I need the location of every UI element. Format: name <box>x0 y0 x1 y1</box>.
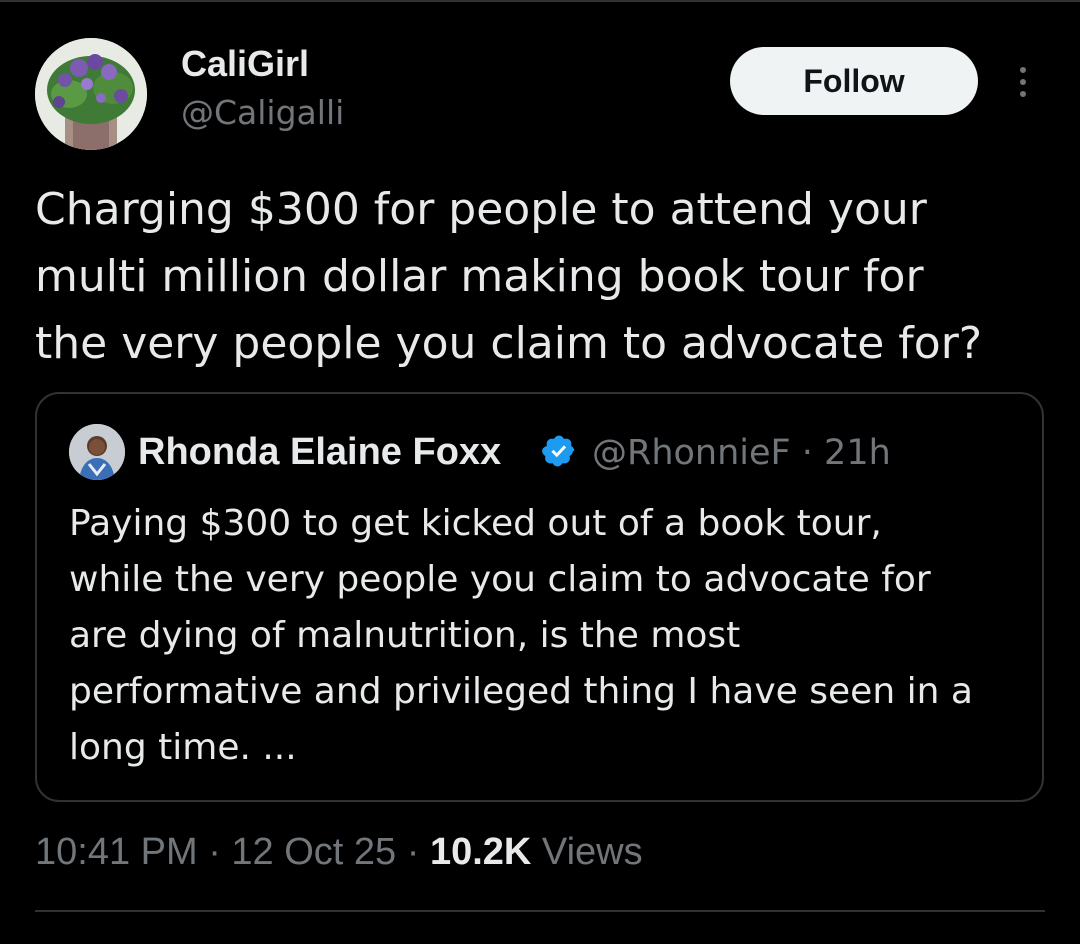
tweet-text-line: multi million dollar making book tour fo… <box>35 251 924 302</box>
quoted-text-line: are dying of malnutrition, is the most <box>69 615 741 656</box>
tweet-text: Charging $300 for people to attend your … <box>35 176 1045 377</box>
quoted-author-handle-time[interactable]: @RhonnieF · 21h <box>592 431 891 475</box>
more-options-icon[interactable] <box>1006 58 1040 106</box>
dot <box>1020 79 1026 85</box>
quoted-author-avatar[interactable] <box>69 424 125 480</box>
tweet-text-line: the very people you claim to advocate fo… <box>35 318 983 369</box>
dot <box>1020 67 1026 73</box>
quoted-text-line: long time. ... <box>69 727 297 768</box>
timestamp[interactable]: 10:41 PM · 12 Oct 25 · <box>35 831 430 873</box>
follow-button[interactable]: Follow <box>730 47 978 115</box>
quoted-author-name[interactable]: Rhonda Elaine Foxx <box>138 430 501 474</box>
flower-bouquet-avatar-icon <box>35 38 147 150</box>
person-avatar-icon <box>69 424 125 480</box>
views-count[interactable]: 10.2K <box>430 831 531 873</box>
quoted-tweet-text: Paying $300 to get kicked out of a book … <box>69 496 1029 776</box>
quoted-text-line: performative and privileged thing I have… <box>69 671 973 712</box>
quoted-tweet-card[interactable]: Rhonda Elaine Foxx @RhonnieF · 21h Payin… <box>35 392 1044 802</box>
dot <box>1020 91 1026 97</box>
author-avatar[interactable] <box>35 38 147 150</box>
author-display-name[interactable]: CaliGirl <box>181 42 309 86</box>
bottom-divider <box>35 910 1045 912</box>
quoted-text-line: Paying $300 to get kicked out of a book … <box>69 503 882 544</box>
tweet-text-line: Charging $300 for people to attend your <box>35 184 927 235</box>
author-handle[interactable]: @Caligalli <box>181 93 344 133</box>
quoted-text-line: while the very people you claim to advoc… <box>69 559 931 600</box>
tweet-meta: 10:41 PM · 12 Oct 25 · 10.2K Views <box>35 828 643 876</box>
verified-badge-icon <box>542 435 575 467</box>
views-label: Views <box>531 831 643 873</box>
top-divider <box>0 0 1080 2</box>
